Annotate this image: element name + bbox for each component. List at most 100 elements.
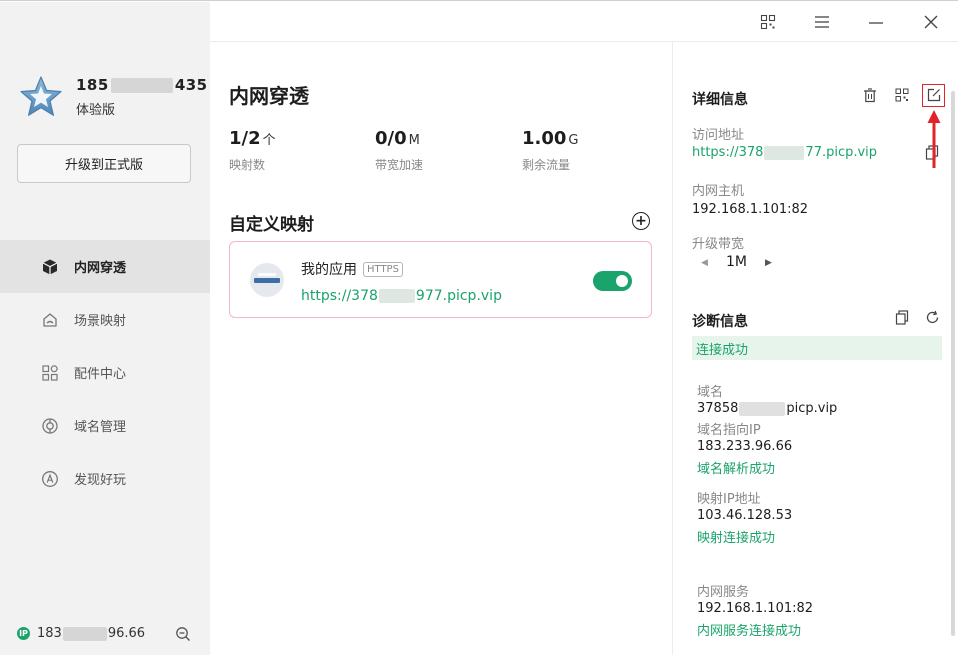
toggle-knob (616, 275, 628, 287)
sidebar-item-accessory[interactable]: 配件中心 (0, 346, 210, 399)
sidebar-item-label: 发现好玩 (74, 473, 127, 488)
edit-highlight-box (922, 84, 945, 107)
host-value: 192.168.1.101:82 (692, 202, 809, 217)
sidebar: 185 435 体验版 升级到正式版 内网穿透 场景映射 配件中心 域名管理 发… (0, 2, 210, 655)
sidebar-item-discover[interactable]: 发现好玩 (0, 452, 210, 505)
url-prefix: https://378 (692, 145, 764, 160)
host-label: 内网主机 (692, 184, 745, 199)
domain-ip-value: 183.233.96.66 (697, 439, 793, 454)
bandwidth-decrease-button[interactable]: ◀ (701, 258, 708, 268)
domain-ip-label: 域名指向IP (697, 423, 761, 438)
ip-prefix: 183 (37, 626, 62, 641)
detail-panel: 详细信息 访问地址 https://378 77.picp.vip 内网主机 19… (673, 42, 958, 655)
minimize-button[interactable] (862, 9, 890, 35)
mapping-ip-status: 映射连接成功 (697, 531, 776, 546)
discover-icon (41, 470, 59, 488)
cube-icon (41, 258, 59, 276)
qr-code-detail-button[interactable] (893, 86, 911, 104)
service-value: 192.168.1.101:82 (697, 601, 814, 616)
star-avatar-icon[interactable] (18, 74, 64, 120)
app-icon (250, 263, 284, 297)
qr-code-icon (895, 88, 909, 102)
sidebar-item-label: 域名管理 (74, 420, 127, 435)
user-name: 185 435 (76, 76, 208, 94)
stat-unit: 个 (262, 133, 276, 148)
domain-prefix: 37858 (697, 401, 739, 416)
domain-label: 域名 (697, 385, 724, 400)
url-suffix: 977.picp.vip (415, 288, 502, 304)
public-ip: IP 183 96.66 (17, 626, 145, 641)
copy-diagnosis-button[interactable] (893, 308, 911, 326)
app-url[interactable]: https://378 977.picp.vip (301, 288, 502, 304)
blurred-region (62, 626, 107, 641)
add-mapping-button[interactable]: + (632, 212, 650, 230)
sidebar-item-label: 内网穿透 (74, 261, 127, 276)
domain-value: 37858 picp.vip (697, 401, 837, 416)
section-title: 自定义映射 (229, 215, 314, 235)
stat-mappings: 1/2 个 映射数 (229, 128, 276, 173)
accessory-icon (41, 364, 59, 382)
service-label: 内网服务 (697, 585, 750, 600)
connection-status: 连接成功 (692, 336, 942, 360)
delete-button[interactable] (861, 86, 879, 104)
blurred-region (110, 78, 173, 93)
mapping-card[interactable]: 我的应用 HTTPS https://378 977.picp.vip (229, 241, 652, 318)
refresh-icon (926, 310, 938, 323)
blurred-region (378, 289, 415, 303)
upgrade-button[interactable]: 升级到正式版 (17, 144, 191, 183)
menu-button[interactable] (808, 9, 836, 35)
refresh-button[interactable] (923, 308, 941, 326)
url-suffix: 77.picp.vip (805, 145, 878, 160)
stat-label: 剩余流量 (522, 158, 571, 172)
diagnosis-title: 诊断信息 (692, 314, 748, 330)
stat-unit: G (568, 133, 579, 148)
mapping-toggle[interactable] (593, 271, 632, 291)
user-name-suffix: 435 (174, 76, 208, 94)
access-label: 访问地址 (692, 128, 745, 143)
stat-value: 0/0 (375, 128, 407, 149)
user-tier: 体验版 (76, 103, 116, 118)
detail-title: 详细信息 (692, 92, 748, 108)
blurred-region (764, 145, 805, 160)
qr-code-button[interactable] (754, 9, 782, 35)
ip-badge-icon: IP (17, 627, 30, 640)
domain-suffix: picp.vip (786, 401, 838, 416)
stat-label: 映射数 (229, 158, 266, 172)
zoom-out-icon[interactable] (175, 626, 191, 642)
stat-bandwidth: 0/0 M 带宽加速 (375, 128, 423, 173)
blurred-region (739, 401, 786, 416)
app-window: 185 435 体验版 升级到正式版 内网穿透 场景映射 配件中心 域名管理 发… (0, 0, 958, 655)
sidebar-item-scene[interactable]: 场景映射 (0, 293, 210, 346)
mapping-ip-label: 映射IP地址 (697, 492, 761, 507)
page-title: 内网穿透 (229, 84, 309, 108)
stat-value: 1/2 (229, 128, 261, 149)
bandwidth-label: 升级带宽 (692, 237, 745, 252)
main-content: 内网穿透 1/2 个 映射数 0/0 M 带宽加速 1.00 G 剩余流量 自定义映射… (210, 42, 672, 655)
red-arrow-icon (927, 110, 941, 168)
qr-code-icon (760, 14, 776, 30)
sidebar-item-domain[interactable]: 域名管理 (0, 399, 210, 452)
minimize-icon (869, 22, 883, 24)
sidebar-nav: 内网穿透 场景映射 配件中心 域名管理 发现好玩 (0, 240, 210, 505)
stat-unit: M (408, 133, 420, 148)
access-url[interactable]: https://378 77.picp.vip (692, 145, 877, 160)
bandwidth-increase-button[interactable]: ▶ (765, 258, 772, 268)
service-status: 内网服务连接成功 (697, 624, 802, 639)
stat-value: 1.00 (522, 128, 567, 149)
domain-icon (41, 417, 59, 435)
panel-scrollbar[interactable] (951, 91, 955, 636)
copy-icon (895, 309, 909, 325)
scene-icon (41, 311, 59, 329)
sidebar-item-intranet[interactable]: 内网穿透 (0, 240, 210, 293)
stat-traffic: 1.00 G 剩余流量 (522, 128, 579, 173)
stat-label: 带宽加速 (375, 158, 424, 172)
app-name: 我的应用 HTTPS (301, 259, 403, 279)
sidebar-item-label: 场景映射 (74, 314, 127, 329)
close-button[interactable] (917, 9, 945, 35)
bandwidth-value: 1M (726, 254, 747, 270)
user-name-prefix: 185 (76, 76, 109, 94)
protocol-badge: HTTPS (363, 262, 403, 277)
mapping-ip-value: 103.46.128.53 (697, 508, 793, 523)
ip-suffix: 96.66 (107, 626, 146, 641)
url-prefix: https://378 (301, 288, 378, 304)
